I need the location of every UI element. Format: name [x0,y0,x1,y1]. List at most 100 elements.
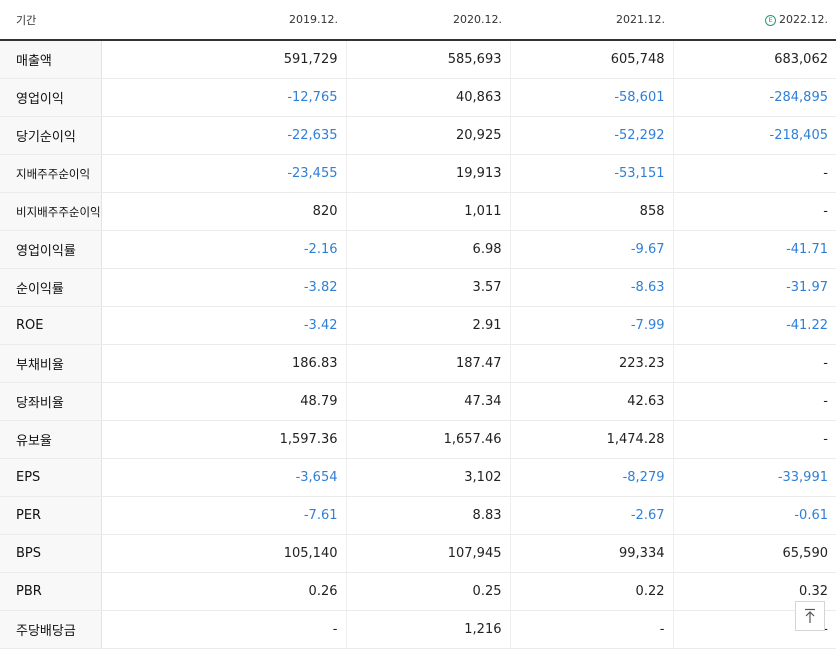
value-cell: 1,216 [346,610,511,649]
value-cell: - [510,610,674,649]
value-cell: 107,945 [346,534,511,573]
table-row: 영업이익 -12,765 40,863 -58,601 -284,895 [0,78,836,117]
value-cell: - [673,192,836,231]
value-cell: 47.34 [346,382,511,421]
row-label: PBR [0,572,102,611]
value-cell: 42.63 [510,382,674,421]
estimate-icon: E [765,15,777,26]
value-cell: 186.83 [101,344,347,383]
table-row: 비지배주주순이익 820 1,011 858- [0,192,836,231]
table-row: 주당배당금 -1,216- - [0,610,836,649]
year-header: 2021.12. [510,0,673,41]
row-label: 유보율 [0,420,102,459]
value-cell: 585,693 [346,40,511,79]
period-header: 기간 [0,0,101,41]
value-cell: 591,729 [101,40,347,79]
value-cell: 605,748 [510,40,674,79]
year-header: 2020.12. [346,0,510,41]
year-header-label: 2022.12. [779,13,828,26]
value-cell: -31.97 [673,268,836,307]
value-cell: 1,597.36 [101,420,347,459]
row-label: 당기순이익 [0,116,102,155]
row-label: 순이익률 [0,268,102,307]
value-cell: -23,455 [101,154,347,193]
row-label: 비지배주주순이익 [0,192,102,231]
header-row: 기간 2019.12. 2020.12. 2021.12. E 2022.12. [0,0,836,41]
row-label: 영업이익 [0,78,102,117]
value-cell: -0.61 [673,496,836,535]
value-cell: -9.67 [510,230,674,269]
value-cell: 65,590 [673,534,836,573]
value-cell: -3,654 [101,458,347,497]
table-row: 유보율 1,597.36 1,657.46 1,474.28- [0,420,836,459]
value-cell: 1,474.28 [510,420,674,459]
value-cell: -2.16 [101,230,347,269]
value-cell: -33,991 [673,458,836,497]
value-cell: -3.42 [101,306,347,345]
table-row: EPS -3,654 3,102 -8,279 -33,991 [0,458,836,497]
value-cell: -8,279 [510,458,674,497]
value-cell: -58,601 [510,78,674,117]
value-cell: 187.47 [346,344,511,383]
value-cell: 1,657.46 [346,420,511,459]
table-row: PER -7.61 8.83 -2.67 -0.61 [0,496,836,535]
year-header: 2019.12. [101,0,346,41]
arrow-up-to-top-icon [805,608,815,623]
table-row: 당좌비율 48.79 47.34 42.63- [0,382,836,421]
value-cell: -41.71 [673,230,836,269]
financial-summary-table: 기간 2019.12. 2020.12. 2021.12. E 2022.12. … [0,0,836,649]
value-cell: 105,140 [101,534,347,573]
value-cell: - [101,610,347,649]
value-cell: -12,765 [101,78,347,117]
value-cell: - [673,420,836,459]
value-cell: 48.79 [101,382,347,421]
row-label: BPS [0,534,102,573]
value-cell: 2.91 [346,306,511,345]
table-row: 지배주주순이익 -23,455 19,913 -53,151- [0,154,836,193]
value-cell: 3.57 [346,268,511,307]
value-cell: 1,011 [346,192,511,231]
row-label: 지배주주순이익 [0,154,102,193]
row-label: 주당배당금 [0,610,102,649]
table-row: 부채비율 186.83 187.47 223.23- [0,344,836,383]
table-row: 당기순이익 -22,635 20,925 -52,292 -218,405 [0,116,836,155]
value-cell: - [673,344,836,383]
table-row: BPS 105,140 107,945 99,334 65,590 [0,534,836,573]
value-cell: 0.22 [510,572,674,611]
value-cell: -7.99 [510,306,674,345]
row-label: PER [0,496,102,535]
value-cell: 99,334 [510,534,674,573]
value-cell: - [673,154,836,193]
value-cell: -22,635 [101,116,347,155]
value-cell: - [673,382,836,421]
row-label: ROE [0,306,102,345]
row-label: EPS [0,458,102,497]
value-cell: 19,913 [346,154,511,193]
value-cell: 858 [510,192,674,231]
value-cell: 0.25 [346,572,511,611]
value-cell: 6.98 [346,230,511,269]
value-cell: -218,405 [673,116,836,155]
row-label: 부채비율 [0,344,102,383]
value-cell: 8.83 [346,496,511,535]
value-cell: -52,292 [510,116,674,155]
value-cell: -53,151 [510,154,674,193]
value-cell: 820 [101,192,347,231]
row-label: 당좌비율 [0,382,102,421]
scroll-to-top-button[interactable] [795,601,825,631]
value-cell: 3,102 [346,458,511,497]
value-cell: -2.67 [510,496,674,535]
table-row: 순이익률 -3.82 3.57 -8.63 -31.97 [0,268,836,307]
value-cell: 683,062 [673,40,836,79]
table-row: PBR 0.26 0.25 0.22 0.32 [0,572,836,611]
value-cell: -7.61 [101,496,347,535]
row-label: 매출액 [0,40,102,79]
value-cell: -8.63 [510,268,674,307]
value-cell: 40,863 [346,78,511,117]
value-cell: 20,925 [346,116,511,155]
value-cell: -284,895 [673,78,836,117]
value-cell: -41.22 [673,306,836,345]
value-cell: 223.23 [510,344,674,383]
table-row: 매출액 591,729 585,693 605,748 683,062 [0,40,836,79]
value-cell: 0.26 [101,572,347,611]
